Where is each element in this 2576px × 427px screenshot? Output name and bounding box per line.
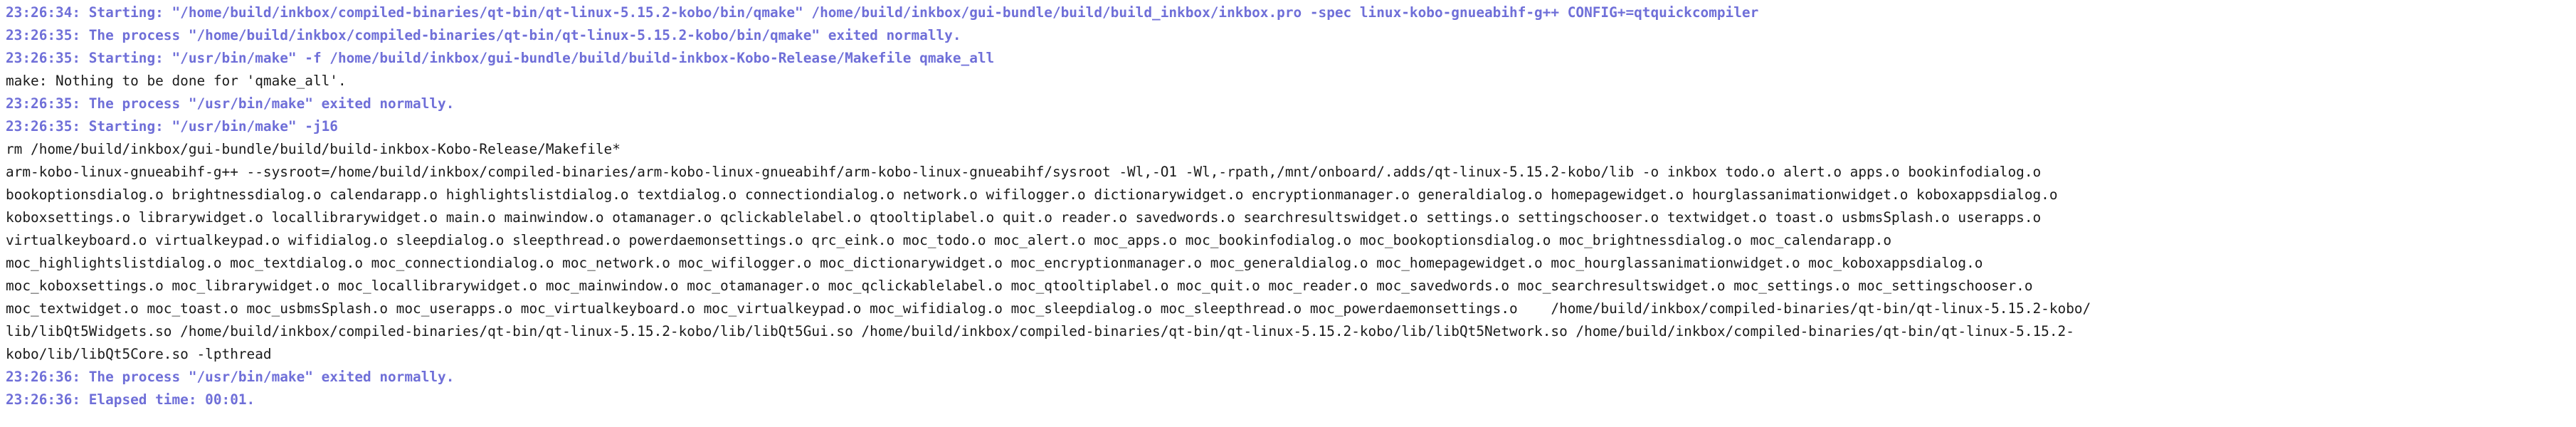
console-line-output: arm-kobo-linux-gnueabihf-g++ --sysroot=/… [6,164,2042,180]
compile-output-console[interactable]: 23:26:34: Starting: "/home/build/inkbox/… [6,1,2570,426]
console-line-status: 23:26:34: Starting: "/home/build/inkbox/… [6,4,1759,21]
console-line-output: moc_textwidget.o moc_toast.o moc_usbmsSp… [6,300,2091,317]
console-line-output: moc_highlightslistdialog.o moc_textdialo… [6,255,1983,271]
console-line-output: kobo/lib/libQt5Core.so -lpthread [6,346,272,362]
console-line-status: 23:26:35: The process "/usr/bin/make" ex… [6,95,455,112]
console-line-output: bookoptionsdialog.o brightnessdialog.o c… [6,186,2058,203]
console-line-output: moc_koboxsettings.o moc_librarywidget.o … [6,278,2033,294]
console-line-status: 23:26:35: Starting: "/usr/bin/make" -f /… [6,50,995,66]
console-line-output: koboxsettings.o librarywidget.o locallib… [6,209,2042,226]
console-line-status: 23:26:36: The process "/usr/bin/make" ex… [6,369,455,385]
console-line-status: 23:26:36: Elapsed time: 00:01. [6,391,255,408]
console-line-status: 23:26:35: The process "/home/build/inkbo… [6,27,961,43]
console-line-status: 23:26:35: Starting: "/usr/bin/make" -j16 [6,118,338,135]
console-line-output: make: Nothing to be done for 'qmake_all'… [6,73,347,89]
console-line-output: lib/libQt5Widgets.so /home/build/inkbox/… [6,323,2074,339]
console-line-output: virtualkeyboard.o virtualkeypad.o wifidi… [6,232,1892,248]
console-line-output: rm /home/build/inkbox/gui-bundle/build/b… [6,141,621,157]
